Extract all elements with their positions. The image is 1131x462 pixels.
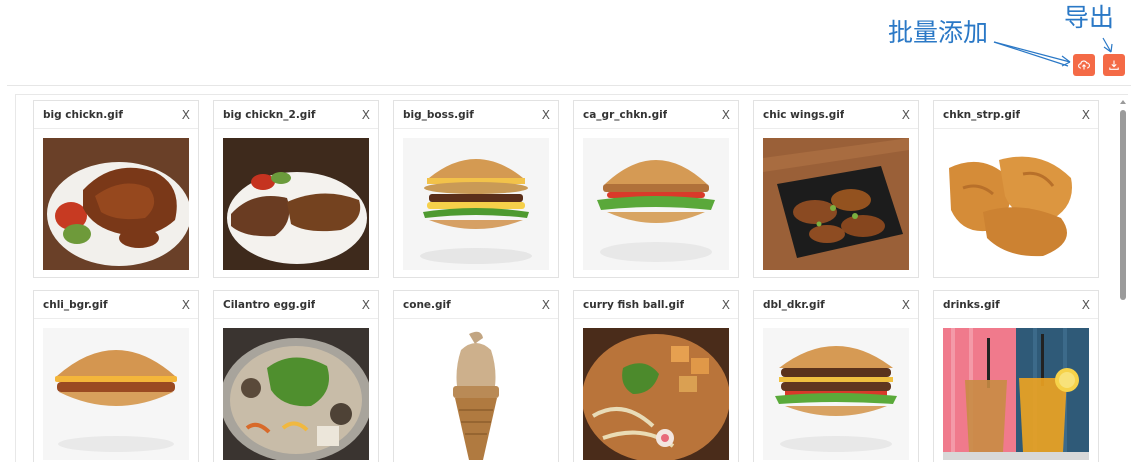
card-thumbnail [223,138,369,270]
close-icon[interactable]: X [362,109,370,121]
card-header: cone.gif X [394,291,558,319]
close-icon[interactable]: X [1082,109,1090,121]
image-card[interactable]: chic wings.gif X [753,100,919,278]
card-header: big chickn.gif X [34,101,198,129]
card-title: dbl_dkr.gif [763,298,825,311]
close-icon[interactable]: X [542,299,550,311]
card-header: Cilantro egg.gif X [214,291,378,319]
close-icon[interactable]: X [182,299,190,311]
double-burger-image [763,328,909,460]
close-icon[interactable]: X [1082,299,1090,311]
close-icon[interactable]: X [902,299,910,311]
card-title: ca_gr_chkn.gif [583,108,668,121]
curry-fish-ball-pot-image [583,328,729,460]
card-title: chic wings.gif [763,108,845,121]
close-icon[interactable]: X [362,299,370,311]
fried-chicken-plate-image [43,138,189,270]
card-header: chic wings.gif X [754,101,918,129]
iced-drinks-image [943,328,1089,460]
card-header: drinks.gif X [934,291,1098,319]
card-thumbnail [583,328,729,460]
scrollbar-thumb[interactable] [1120,110,1126,300]
image-card[interactable]: chli_bgr.gif X [33,290,199,462]
scroll-up-arrow-icon[interactable] [1120,100,1126,104]
ice-cream-cone-image [403,328,549,460]
download-icon [1109,60,1119,70]
close-icon[interactable]: X [722,299,730,311]
card-thumbnail [763,328,909,460]
card-title: big chickn.gif [43,108,123,121]
card-title: cone.gif [403,298,451,311]
card-thumbnail [223,328,369,460]
batch-upload-button[interactable] [1073,54,1095,76]
image-card[interactable]: curry fish ball.gif X [573,290,739,462]
close-icon[interactable]: X [722,109,730,121]
card-header: chkn_strp.gif X [934,101,1098,129]
image-card[interactable]: big_boss.gif X [393,100,559,278]
image-card[interactable]: chkn_strp.gif X [933,100,1099,278]
chicken-strips-image [943,138,1089,270]
card-title: Cilantro egg.gif [223,298,316,311]
card-title: chkn_strp.gif [943,108,1021,121]
close-icon[interactable]: X [902,109,910,121]
image-card[interactable]: ca_gr_chkn.gif X [573,100,739,278]
card-thumbnail [43,328,189,460]
card-header: big chickn_2.gif X [214,101,378,129]
card-header: chli_bgr.gif X [34,291,198,319]
grilled-chicken-burger-image [583,138,729,270]
card-header: ca_gr_chkn.gif X [574,101,738,129]
chicken-steak-plate-image [223,138,369,270]
card-thumbnail [403,328,549,460]
image-card[interactable]: drinks.gif X [933,290,1099,462]
card-thumbnail [763,138,909,270]
card-header: dbl_dkr.gif X [754,291,918,319]
close-icon[interactable]: X [542,109,550,121]
card-title: chli_bgr.gif [43,298,108,311]
image-card[interactable]: big chickn.gif X [33,100,199,278]
image-card[interactable]: cone.gif X [393,290,559,462]
card-title: drinks.gif [943,298,1000,311]
card-thumbnail [43,138,189,270]
image-card[interactable]: dbl_dkr.gif X [753,290,919,462]
card-header: big_boss.gif X [394,101,558,129]
batch-add-annotation: 批量添加 [888,18,989,47]
export-annotation: 导出 [1064,3,1115,32]
card-title: big chickn_2.gif [223,108,316,121]
chicken-wings-tray-image [763,138,909,270]
card-thumbnail [403,138,549,270]
image-list-panel: big chickn.gif X big chickn_2.gif X big_… [15,94,1128,462]
cloud-upload-icon [1078,60,1090,70]
cilantro-egg-hotpot-image [223,328,369,460]
card-thumbnail [943,138,1089,270]
card-title: curry fish ball.gif [583,298,685,311]
chili-burger-image [43,328,189,460]
vertical-scrollbar[interactable] [1119,100,1127,462]
toolbar-divider [7,85,1131,86]
card-thumbnail [943,328,1089,460]
card-thumbnail [583,138,729,270]
image-card[interactable]: big chickn_2.gif X [213,100,379,278]
card-header: curry fish ball.gif X [574,291,738,319]
export-button[interactable] [1103,54,1125,76]
close-icon[interactable]: X [182,109,190,121]
onion-ring-burger-image [403,138,549,270]
image-card[interactable]: Cilantro egg.gif X [213,290,379,462]
card-title: big_boss.gif [403,108,474,121]
